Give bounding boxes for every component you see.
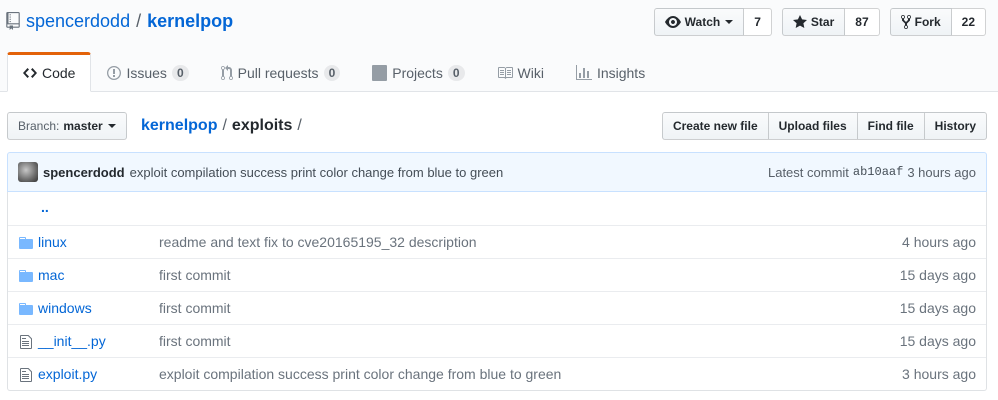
breadcrumb-separator: / <box>297 117 302 134</box>
file-name-link[interactable]: mac <box>38 267 64 283</box>
tab-code[interactable]: Code <box>7 52 92 92</box>
file-table: .. linux readme and text fix to cve20165… <box>7 192 987 391</box>
branch-name: master <box>63 119 103 133</box>
repo-header: spencerdodd / kernelpop Watch 7 Star 87 … <box>0 0 998 92</box>
pagehead-actions: Watch 7 Star 87 Fork 22 <box>644 8 986 36</box>
file-actions: Create new file Upload files Find file H… <box>661 112 987 140</box>
file-age: 4 hours ago <box>902 234 976 250</box>
commit-author-link[interactable]: spencerdodd <box>43 165 125 180</box>
file-icon <box>20 335 32 349</box>
commit-meta: Latest commit ab10aaf 3 hours ago <box>768 165 976 180</box>
upload-files-button[interactable]: Upload files <box>767 112 858 140</box>
history-button[interactable]: History <box>923 112 987 140</box>
star-label: Star <box>810 15 835 29</box>
commit-age: 3 hours ago <box>907 164 976 180</box>
pull-requests-counter: 0 <box>323 65 341 81</box>
book-icon <box>497 67 513 79</box>
file-icon <box>20 368 32 382</box>
folder-icon <box>19 237 33 249</box>
breadcrumb-separator: / <box>222 117 227 134</box>
commit-sha-link[interactable]: ab10aaf <box>853 165 903 179</box>
projects-counter: 0 <box>447 65 465 81</box>
tab-pull-requests-label: Pull requests <box>237 65 319 81</box>
folder-icon <box>19 303 33 315</box>
star-icon <box>792 15 807 28</box>
file-age: 15 days ago <box>899 333 976 349</box>
repo-nav: Code Issues 0 Pull requests 0 Projects 0… <box>7 52 661 92</box>
branch-select-button[interactable]: Branch: master <box>7 112 127 140</box>
watch-button[interactable]: Watch <box>653 8 745 36</box>
issues-counter: 0 <box>171 65 189 81</box>
tab-pull-requests[interactable]: Pull requests 0 <box>205 52 357 92</box>
table-row: mac first commit 15 days ago <box>8 258 986 291</box>
table-row: linux readme and text fix to cve20165195… <box>8 225 986 258</box>
branch-prefix: Branch: <box>18 119 60 133</box>
file-commit-message-link[interactable]: first commit <box>159 267 231 283</box>
file-name-link[interactable]: windows <box>38 300 92 316</box>
star-button[interactable]: Star <box>781 8 846 36</box>
fork-icon <box>900 14 911 30</box>
commit-message-link[interactable]: exploit compilation success print color … <box>130 165 504 180</box>
star-group: Star 87 <box>781 8 880 36</box>
watch-label: Watch <box>684 15 721 29</box>
breadcrumb: kernelpop / exploits / <box>141 114 307 138</box>
file-commit-message-link[interactable]: first commit <box>159 300 231 316</box>
file-navigation: Branch: master kernelpop / exploits / Cr… <box>7 112 987 140</box>
pull-request-icon <box>220 65 233 81</box>
table-row: exploit.py exploit compilation success p… <box>8 357 986 390</box>
code-icon <box>23 68 37 78</box>
fork-group: Fork 22 <box>889 8 986 36</box>
create-new-file-button[interactable]: Create new file <box>661 112 769 140</box>
graph-icon <box>575 65 592 80</box>
tab-issues[interactable]: Issues 0 <box>91 52 204 92</box>
fork-label: Fork <box>914 15 941 29</box>
tab-wiki-label: Wiki <box>517 65 544 81</box>
file-name-link[interactable]: __init__.py <box>38 333 106 349</box>
eye-icon <box>664 16 681 28</box>
tab-projects-label: Projects <box>392 65 443 81</box>
tab-insights-label: Insights <box>596 65 646 81</box>
file-age: 15 days ago <box>899 267 976 283</box>
issue-icon <box>107 66 122 80</box>
repo-separator: / <box>136 10 142 31</box>
tab-code-label: Code <box>42 65 76 81</box>
avatar[interactable] <box>18 162 38 182</box>
table-row: __init__.py first commit 15 days ago <box>8 324 986 357</box>
watch-group: Watch 7 <box>653 8 772 36</box>
watch-count[interactable]: 7 <box>744 8 772 36</box>
project-icon <box>372 65 388 81</box>
repo-title: spencerdodd / kernelpop <box>6 8 233 34</box>
file-age: 3 hours ago <box>902 366 976 382</box>
fork-button[interactable]: Fork <box>889 8 952 36</box>
tab-projects[interactable]: Projects 0 <box>356 52 480 92</box>
repo-icon <box>6 12 20 30</box>
repo-name-link[interactable]: kernelpop <box>147 11 233 32</box>
chevron-down-icon <box>725 20 734 24</box>
tab-issues-label: Issues <box>126 65 167 81</box>
tab-insights[interactable]: Insights <box>560 52 661 92</box>
breadcrumb-current-dir: exploits <box>231 117 293 134</box>
file-commit-message-link[interactable]: readme and text fix to cve20165195_32 de… <box>159 234 477 250</box>
latest-commit-label: Latest commit <box>767 164 849 180</box>
file-commit-message-link[interactable]: first commit <box>159 333 231 349</box>
file-name-link[interactable]: exploit.py <box>38 366 97 382</box>
file-name-link[interactable]: linux <box>38 234 67 250</box>
breadcrumb-repo-link[interactable]: kernelpop <box>141 117 217 135</box>
file-age: 15 days ago <box>899 300 976 316</box>
fork-count[interactable]: 22 <box>951 8 986 36</box>
tab-wiki[interactable]: Wiki <box>481 52 560 92</box>
parent-dir-link[interactable]: .. <box>41 199 49 215</box>
latest-commit-bar: spencerdodd exploit compilation success … <box>7 152 987 192</box>
parent-dir-row[interactable]: .. <box>8 192 986 225</box>
table-row: windows first commit 15 days ago <box>8 291 986 324</box>
chevron-down-icon <box>107 124 116 128</box>
file-commit-message-link[interactable]: exploit compilation success print color … <box>159 366 561 382</box>
star-count[interactable]: 87 <box>845 8 880 36</box>
find-file-button[interactable]: Find file <box>856 112 925 140</box>
folder-icon <box>19 270 33 282</box>
repo-owner-link[interactable]: spencerdodd <box>26 11 130 32</box>
